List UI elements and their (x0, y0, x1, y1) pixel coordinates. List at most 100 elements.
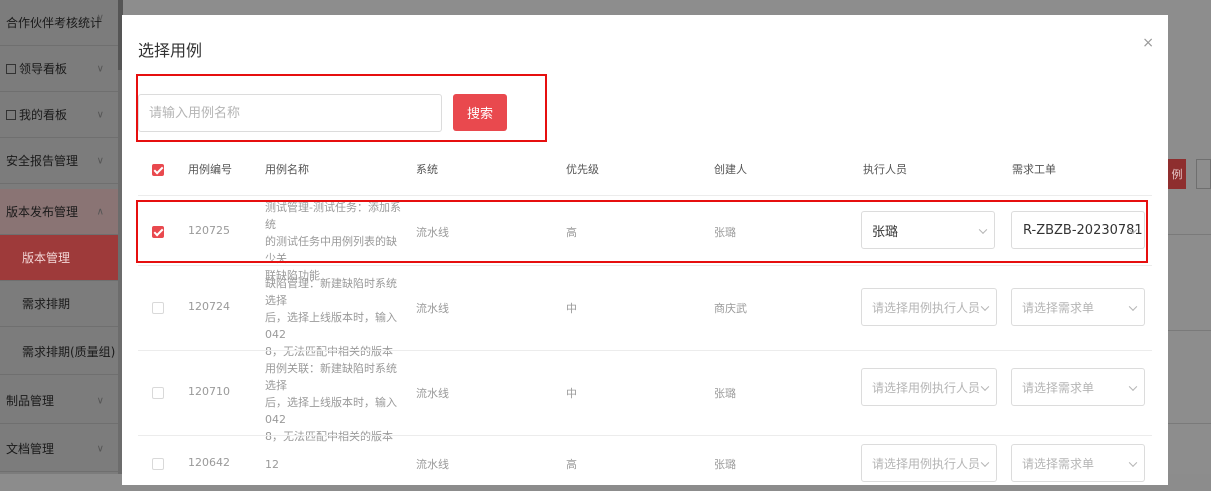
chevron-down-icon (1128, 302, 1138, 311)
search-button[interactable]: 搜索 (453, 94, 507, 131)
sidebar-item-my-board[interactable]: 我的看板 ∨ (0, 92, 118, 138)
column-header-priority: 优先级 (566, 163, 599, 176)
table-row[interactable]: 120642 12 流水线 高 张璐 请选择用例执行人员 请选择需求单 (138, 435, 1152, 491)
search-input[interactable] (138, 94, 442, 132)
case-creator: 张璐 (714, 458, 736, 471)
column-header-id: 用例编号 (188, 163, 232, 176)
order-select-value: R-ZBZB-20230781! (1023, 222, 1145, 238)
order-select[interactable]: 请选择需求单 (1011, 368, 1145, 406)
case-name-line: 缺陷管理：新建缺陷时系统选择 (265, 277, 397, 307)
executor-select-placeholder: 请选择用例执行人员 (872, 380, 981, 395)
column-header-order: 需求工单 (1012, 163, 1056, 176)
sidebar-item-label: 制品管理 (6, 394, 55, 408)
case-system: 流水线 (416, 226, 449, 239)
background-button-secondary (1196, 159, 1211, 189)
close-icon[interactable]: × (1142, 35, 1154, 51)
background-divider (1168, 423, 1211, 424)
case-system: 流水线 (416, 458, 449, 471)
order-select[interactable]: 请选择需求单 (1011, 288, 1145, 326)
chevron-down-icon: ∨ (96, 395, 104, 406)
case-name-line: 用例关联：新建缺陷时系统选择 (265, 362, 397, 392)
chevron-down-icon (980, 302, 990, 311)
case-creator: 张璐 (714, 226, 736, 239)
sidebar-item-demand-schedule-qa[interactable]: 需求排期(质量组) (0, 329, 118, 375)
modal-title: 选择用例 (138, 41, 203, 60)
case-name: 用例关联：新建缺陷时系统选择 后，选择上线版本时，输入042 8，无法匹配中相关… (265, 360, 405, 445)
sidebar-item-leader-board[interactable]: 领导看板 ∨ (0, 46, 118, 92)
chevron-down-icon (1128, 458, 1138, 467)
table-row[interactable]: 120724 缺陷管理：新建缺陷时系统选择 后，选择上线版本时，输入042 8，… (138, 265, 1152, 358)
sidebar-item-version-management[interactable]: 版本管理 (0, 235, 118, 281)
case-priority: 高 (566, 458, 577, 471)
case-creator: 商庆武 (714, 302, 747, 315)
background-divider (1168, 234, 1211, 235)
sidebar-item-partner-stats[interactable]: 合作伙伴考核统计 ∨ (0, 0, 118, 46)
sidebar-item-label: 我的看板 (19, 108, 68, 122)
column-header-creator: 创建人 (714, 163, 747, 176)
column-header-system: 系统 (416, 163, 438, 176)
sidebar-item-security-report[interactable]: 安全报告管理 ∨ (0, 138, 118, 184)
dashboard-icon (6, 63, 16, 74)
sidebar-item-document-management[interactable]: 文档管理 ∨ (0, 426, 118, 472)
case-priority: 中 (566, 387, 577, 400)
case-name-line: 后，选择上线版本时，输入042 (265, 396, 397, 426)
chevron-down-icon (1128, 382, 1138, 391)
order-select-placeholder: 请选择需求单 (1022, 456, 1095, 471)
row-checkbox[interactable] (152, 226, 164, 238)
case-priority: 中 (566, 302, 577, 315)
case-priority: 高 (566, 226, 577, 239)
case-creator: 张璐 (714, 387, 736, 400)
case-id: 120642 (188, 456, 230, 469)
case-system: 流水线 (416, 302, 449, 315)
chevron-down-icon: ∨ (96, 109, 104, 120)
sidebar-item-release-management[interactable]: 版本发布管理 ∧ (0, 189, 118, 235)
executor-select-placeholder: 请选择用例执行人员 (872, 300, 981, 315)
case-id: 120724 (188, 300, 230, 313)
chevron-down-icon: ∨ (96, 12, 104, 24)
column-header-executor: 执行人员 (863, 163, 907, 176)
select-all-checkbox[interactable] (152, 164, 164, 176)
chevron-down-icon (980, 458, 990, 467)
sidebar-item-label: 领导看板 (19, 62, 68, 76)
order-select[interactable]: 请选择需求单 (1011, 444, 1145, 482)
case-name: 12 (265, 456, 405, 473)
order-select[interactable]: R-ZBZB-20230781! (1011, 211, 1145, 249)
chevron-down-icon: ∨ (96, 443, 104, 454)
chevron-down-icon: ∨ (96, 155, 104, 166)
case-name-line: 的测试任务中用例列表的缺少关 (265, 235, 397, 265)
case-id: 120710 (188, 385, 230, 398)
sidebar-item-label: 安全报告管理 (6, 154, 79, 168)
sidebar-item-label: 版本管理 (22, 251, 71, 265)
case-name-line: 测试管理-测试任务：添加系统 (265, 201, 401, 231)
row-checkbox[interactable] (152, 302, 164, 314)
sidebar-item-label: 文档管理 (6, 442, 55, 456)
chevron-down-icon: ∨ (96, 63, 104, 74)
order-select-placeholder: 请选择需求单 (1022, 380, 1095, 395)
case-name-line: 12 (265, 458, 279, 471)
sidebar-item-demand-schedule[interactable]: 需求排期 (0, 281, 118, 327)
sidebar-item-label: 需求排期 (22, 297, 71, 311)
background-button: 例 (1168, 159, 1186, 189)
case-id: 120725 (188, 224, 230, 237)
table-row[interactable]: 120710 用例关联：新建缺陷时系统选择 后，选择上线版本时，输入042 8，… (138, 350, 1152, 443)
select-case-modal: 选择用例 × 搜索 用例编号 用例名称 系统 优先级 创建人 执行人员 需求工单… (122, 15, 1168, 485)
executor-select[interactable]: 请选择用例执行人员 (861, 288, 997, 326)
sidebar-item-label: 需求排期(质量组) (22, 345, 116, 359)
executor-select[interactable]: 请选择用例执行人员 (861, 444, 997, 482)
chevron-down-icon (980, 382, 990, 391)
executor-select[interactable]: 张璐 (861, 211, 995, 249)
order-select-placeholder: 请选择需求单 (1022, 300, 1095, 315)
row-checkbox[interactable] (152, 387, 164, 399)
sidebar-item-label: 版本发布管理 (6, 205, 79, 219)
background-divider (1168, 330, 1211, 331)
sidebar-item-label: 合作伙伴考核统计 (6, 16, 103, 30)
table-row[interactable]: 120725 测试管理-测试任务：添加系统 的测试任务中用例列表的缺少关 联缺陷… (138, 195, 1152, 282)
sidebar-item-artifact-management[interactable]: 制品管理 ∨ (0, 378, 118, 424)
executor-select[interactable]: 请选择用例执行人员 (861, 368, 997, 406)
executor-select-value: 张璐 (872, 224, 899, 240)
executor-select-placeholder: 请选择用例执行人员 (872, 456, 981, 471)
row-checkbox[interactable] (152, 458, 164, 470)
case-name-line: 后，选择上线版本时，输入042 (265, 311, 397, 341)
column-header-name: 用例名称 (265, 163, 309, 176)
sidebar: 合作伙伴考核统计 ∨ 领导看板 ∨ 我的看板 ∨ 安全报告管理 ∨ 版本发布管理… (0, 0, 118, 474)
